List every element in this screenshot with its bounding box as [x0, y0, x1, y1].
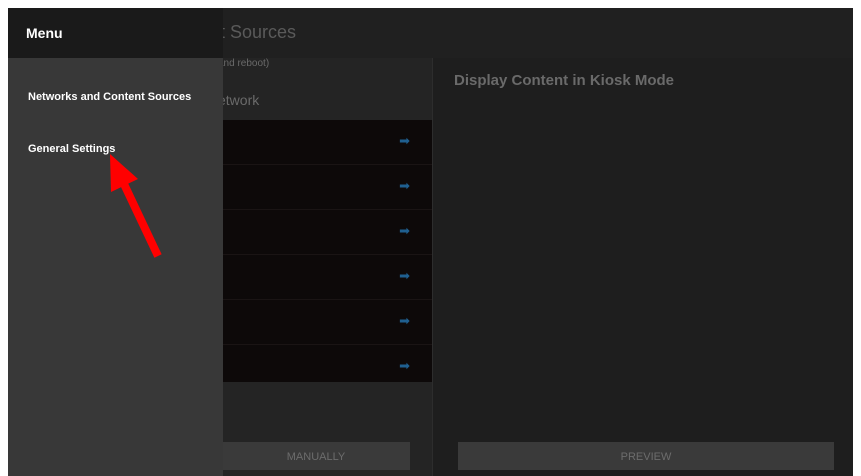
drawer-header: Menu: [8, 8, 223, 58]
right-arrow-icon: ➡: [399, 358, 410, 373]
right-arrow-icon: ➡: [399, 313, 410, 328]
menu-item-networks-and-content-sources[interactable]: Networks and Content Sources: [8, 82, 223, 112]
reboot-hint: and reboot): [218, 58, 270, 69]
right-arrow-icon: ➡: [399, 178, 410, 193]
add-manually-button[interactable]: MANUALLY: [212, 442, 410, 470]
right-arrow-icon: ➡: [399, 268, 410, 283]
page-title: t Sources: [220, 22, 297, 42]
preview-button[interactable]: PREVIEW: [458, 442, 834, 470]
right-arrow-icon: ➡: [399, 133, 410, 148]
network-label[interactable]: etwork: [218, 92, 259, 108]
app-window: t Sources and reboot) etwork ➡ ➡ ➡ ➡ ➡ ➡…: [8, 8, 853, 476]
menu-drawer: Menu Networks and Content Sources Genera…: [8, 8, 223, 476]
menu-title: Menu: [26, 25, 63, 41]
red-pointer-arrow-icon: [110, 154, 162, 258]
pane-divider: [432, 58, 433, 476]
right-arrow-icon: ➡: [399, 223, 410, 238]
kiosk-panel-title: Display Content in Kiosk Mode: [454, 72, 675, 89]
menu-item-general-settings[interactable]: General Settings: [8, 134, 223, 164]
